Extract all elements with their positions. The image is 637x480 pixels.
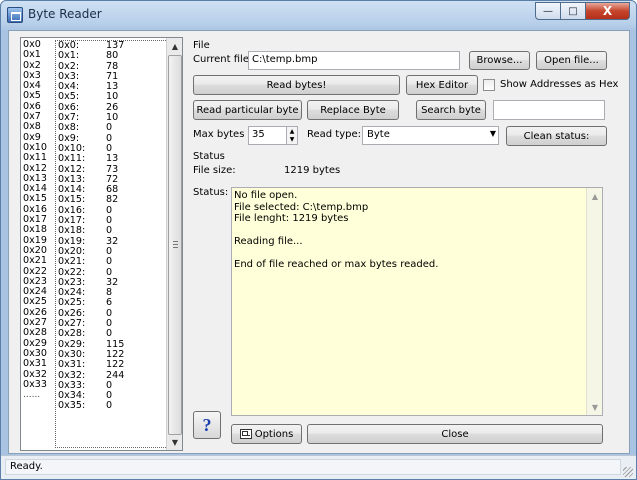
status-bar-text: Ready.	[5, 459, 621, 475]
open-file-button[interactable]: Open file...	[536, 51, 607, 70]
close-window-button[interactable]: X	[586, 2, 630, 20]
byte-value: 10	[106, 112, 119, 124]
more-indicator: ......	[23, 390, 41, 401]
status-scrollbar[interactable]: ▲ ▼	[586, 188, 602, 415]
byte-list[interactable]: 0x0 0x1 0x2 0x3 0x4 0x5 0x6 0x7 0x8 0x9 0x10 0x11 0x…	[20, 37, 183, 451]
byte-address: 0x31:	[58, 359, 86, 371]
scroll-up-arrow-icon[interactable]: ▲	[167, 38, 182, 54]
options-icon	[239, 429, 252, 439]
file-size-label: File size:	[193, 165, 236, 176]
read-type-label: Read type:	[307, 129, 362, 140]
byte-value: 0	[106, 245, 113, 257]
scroll-thumb[interactable]	[168, 55, 182, 435]
byte-address: 0x35:	[58, 400, 86, 412]
list-scrollbar[interactable]: ▲ ▼	[166, 38, 182, 450]
hex-editor-button[interactable]: Hex Editor	[406, 75, 478, 95]
max-bytes-label: Max bytes	[193, 129, 245, 140]
read-bytes-button[interactable]: Read bytes!	[193, 75, 400, 95]
scroll-down-arrow-icon[interactable]: ▼	[167, 434, 182, 450]
current-file-input[interactable]: C:\temp.bmp	[248, 51, 460, 70]
file-size-value: 1219 bytes	[284, 165, 341, 176]
byte-value: 0	[106, 204, 113, 216]
list-item[interactable]: 0x35: 0	[56, 400, 169, 412]
title-bar[interactable]: Byte Reader — □ X	[1, 1, 636, 29]
options-label: Options	[254, 428, 294, 440]
window-title: Byte Reader	[28, 7, 102, 21]
status-bar: Ready.	[1, 455, 636, 479]
address-label: 0x21	[23, 255, 47, 267]
browse-button[interactable]: Browse...	[469, 51, 530, 70]
address-column: 0x0 0x1 0x2 0x3 0x4 0x5 0x6 0x7 0x8 0x9 0x10 0x11 0x…	[23, 39, 53, 401]
options-button[interactable]: Options	[231, 424, 302, 444]
byte-value: 244	[106, 369, 125, 381]
app-icon	[7, 7, 23, 23]
file-group-label: File	[193, 40, 210, 51]
chevron-down-icon: ▼	[489, 129, 496, 138]
read-type-select[interactable]: Byte ▼	[362, 126, 499, 145]
clean-status-button[interactable]: Clean status:	[506, 126, 607, 146]
help-icon: ?	[202, 414, 212, 435]
search-byte-button[interactable]: Search byte	[416, 100, 486, 120]
scroll-down-arrow-icon[interactable]: ▼	[587, 399, 603, 415]
max-bytes-input[interactable]: 35	[248, 126, 288, 145]
byte-value: 32	[106, 235, 119, 247]
maximize-button[interactable]: □	[561, 2, 586, 20]
current-file-label: Current file:	[193, 54, 253, 65]
byte-value: 32	[106, 276, 119, 288]
spin-down-icon[interactable]: ▼	[287, 135, 297, 143]
read-particular-byte-button[interactable]: Read particular byte	[193, 100, 302, 120]
app-window: Byte Reader — □ X 0x0 0x1 0x2 0x3 0x4 0x5 0x6 0…	[0, 0, 637, 480]
status-line: Reading file...	[234, 236, 303, 247]
byte-address: 0x21:	[58, 256, 86, 268]
list-item[interactable]: 0x21: 0	[56, 256, 169, 268]
byte-value: 82	[106, 194, 119, 206]
status-line: File lenght: 1219 bytes	[234, 213, 349, 224]
resize-grip-icon[interactable]	[623, 467, 633, 477]
byte-value: 0	[106, 215, 113, 227]
status-line: File selected: C:\temp.bmp	[234, 201, 369, 213]
byte-value: 0	[106, 379, 113, 391]
show-hex-label: Show Addresses as Hex	[500, 79, 619, 90]
byte-value: 8	[106, 287, 113, 299]
max-bytes-spinner[interactable]: ▲ ▼	[286, 126, 298, 145]
byte-value: 0	[106, 122, 113, 134]
status-group-label: Status	[193, 151, 225, 162]
list-item[interactable]: 0x31: 122	[56, 359, 169, 371]
byte-value: 0	[106, 390, 113, 402]
replace-byte-button[interactable]: Replace Byte	[307, 100, 399, 120]
status-line	[234, 225, 584, 237]
status-line: End of file reached or max bytes readed.	[234, 259, 439, 270]
spin-up-icon[interactable]: ▲	[287, 127, 297, 135]
byte-value-column[interactable]: 0x0: 137 0x1: 80 0x2: 78 0x3: 71 0x4: 13 0x5: 10 0x6…	[55, 40, 170, 448]
address-label: 0x31	[23, 358, 47, 370]
read-type-value: Byte	[367, 129, 390, 140]
minimize-button[interactable]: —	[535, 2, 561, 20]
byte-value: 6	[106, 297, 113, 309]
byte-value: 0	[106, 307, 113, 319]
address-label: 0x33	[23, 378, 47, 390]
scroll-up-arrow-icon[interactable]: ▲	[587, 188, 603, 204]
main-panel: 0x0 0x1 0x2 0x3 0x4 0x5 0x6 0x7 0x8 0x9 0x10 0x11 0x…	[8, 30, 630, 454]
byte-value: 0	[106, 400, 113, 412]
close-button[interactable]: Close	[307, 424, 603, 444]
byte-value: 122	[106, 359, 125, 371]
status-log: No file open. File selected: C:\temp.bmp F…	[234, 190, 584, 271]
help-button[interactable]: ?	[193, 411, 221, 439]
status-label: Status:	[193, 187, 229, 198]
byte-value: 0	[106, 256, 113, 268]
status-line	[234, 248, 584, 260]
show-hex-checkbox[interactable]	[483, 79, 495, 91]
grip-icon	[173, 241, 178, 248]
byte-value: 0	[106, 132, 113, 144]
search-byte-input[interactable]	[493, 100, 605, 120]
status-line: No file open.	[234, 190, 298, 201]
byte-value: 0	[106, 318, 113, 330]
status-textarea[interactable]: No file open. File selected: C:\temp.bmp F…	[231, 187, 603, 416]
